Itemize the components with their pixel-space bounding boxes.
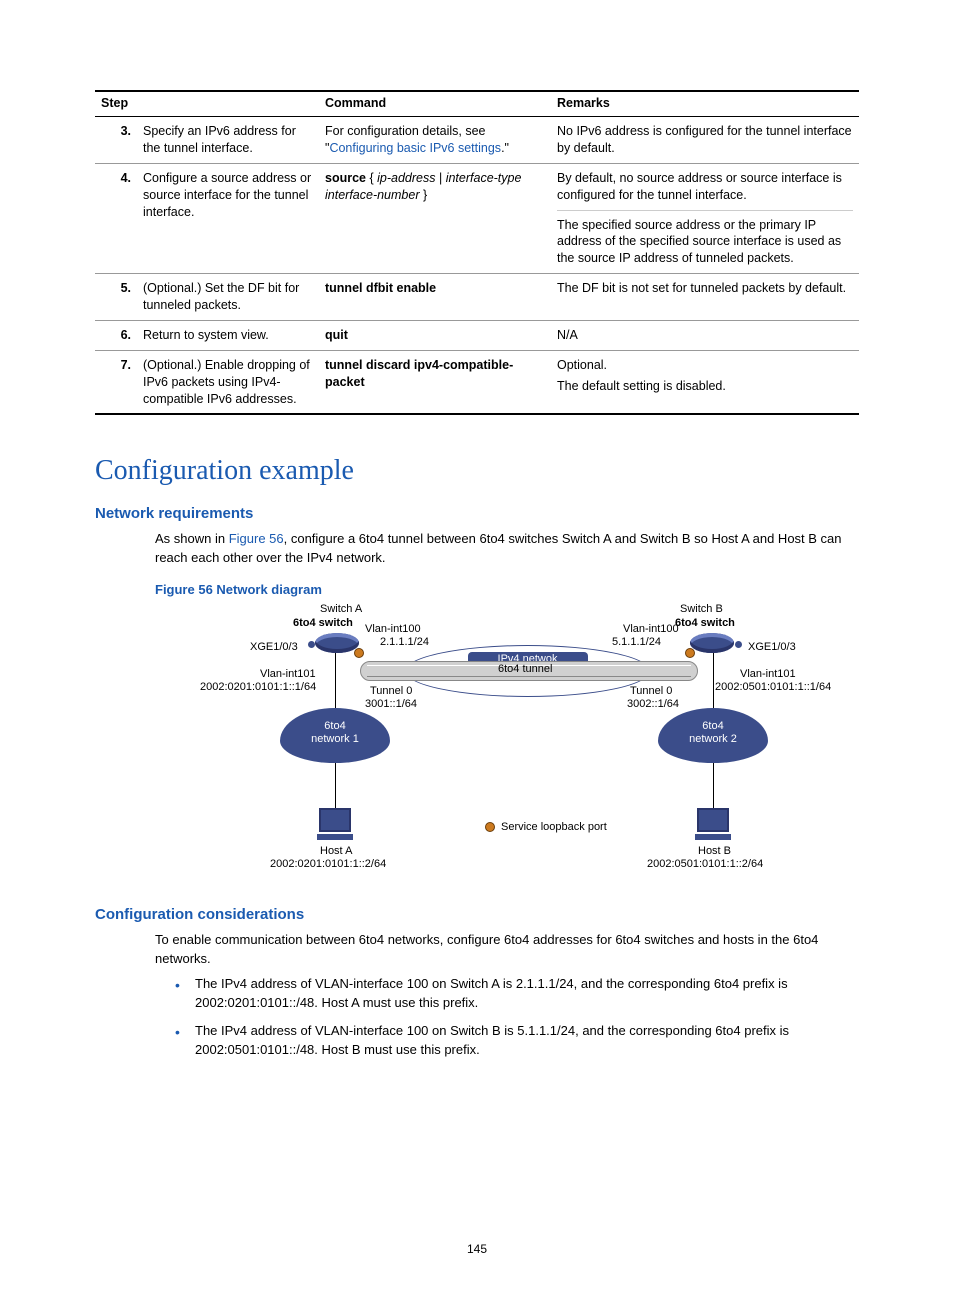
confcons-heading: Configuration considerations [95,906,859,923]
figure-caption: Figure 56 Network diagram [155,582,859,597]
table-row: 3. Specify an IPv6 address for the tunne… [95,117,859,164]
6to4-cloud: 6to4 network 2 [658,708,768,763]
host-icon [695,808,731,840]
section-heading: Configuration example [95,455,859,487]
loopback-port-icon [485,822,495,832]
table-row: 6. Return to system view. quit N/A [95,320,859,350]
steps-table: Step Command Remarks 3. Specify an IPv6 … [95,90,859,415]
th-remarks: Remarks [551,91,859,117]
netreq-heading: Network requirements [95,505,859,522]
page-number: 145 [0,1242,954,1256]
confcons-para: To enable communication between 6to4 net… [155,931,859,969]
loopback-port-icon [354,648,364,658]
th-command: Command [319,91,551,117]
loopback-port-icon [685,648,695,658]
port-dot-icon [735,641,742,648]
th-step: Step [95,91,319,117]
legend: Service loopback port [485,821,607,833]
link-ipv6-settings[interactable]: Configuring basic IPv6 settings [329,141,501,155]
table-row: 4. Configure a source address or source … [95,163,859,273]
link-figure56[interactable]: Figure 56 [229,531,284,546]
netreq-para: As shown in Figure 56, configure a 6to4 … [155,530,859,568]
6to4-cloud: 6to4 network 1 [280,708,390,763]
table-row: 5. (Optional.) Set the DF bit for tunnel… [95,274,859,321]
switch-icon [690,633,734,653]
table-row: 7. (Optional.) Enable dropping of IPv6 p… [95,350,859,414]
network-diagram: Switch A 6to4 switch Switch B 6to4 switc… [215,603,835,888]
list-item: The IPv4 address of VLAN-interface 100 o… [175,1022,859,1060]
list-item: The IPv4 address of VLAN-interface 100 o… [175,975,859,1013]
host-icon [317,808,353,840]
confcons-list: The IPv4 address of VLAN-interface 100 o… [175,975,859,1060]
switch-icon [315,633,359,653]
port-dot-icon [308,641,315,648]
